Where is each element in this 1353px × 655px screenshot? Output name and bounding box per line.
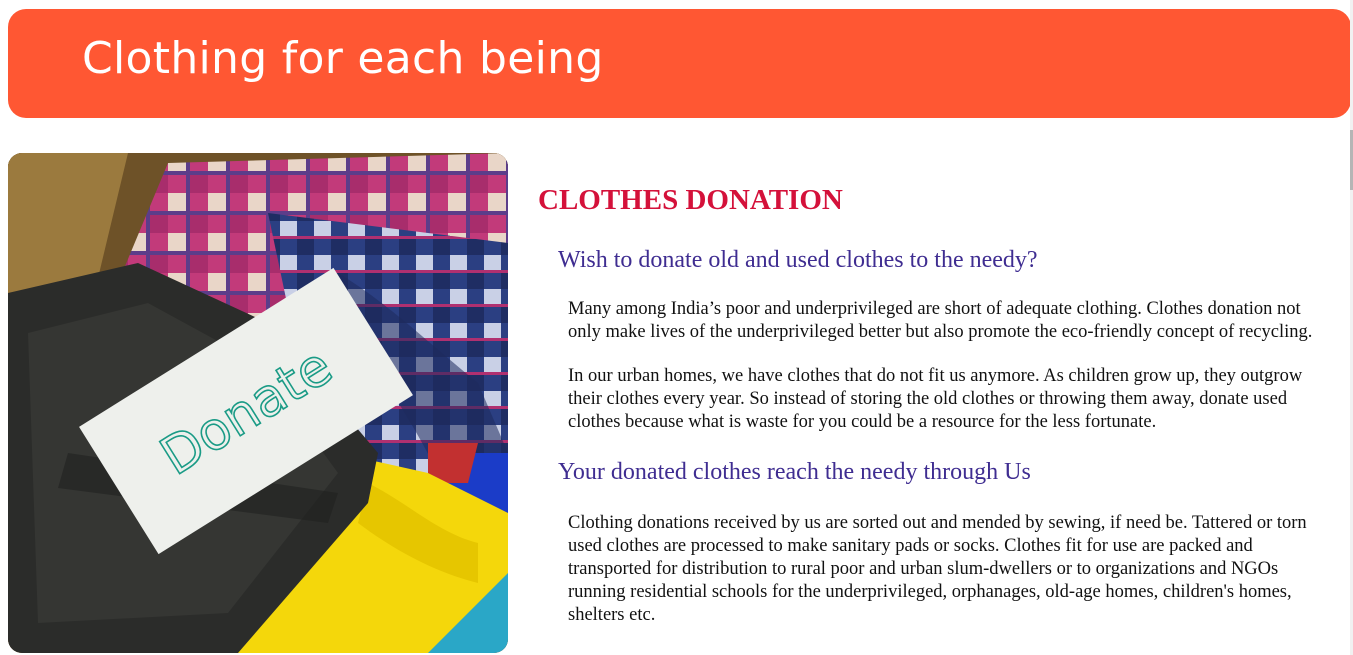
paragraph-adequate-clothing: Many among India’s poor and underprivile… (568, 299, 1313, 342)
heading-wish-to-donate: Wish to donate old and used clothes to t… (558, 247, 1038, 273)
site-title: Clothing for each being (82, 33, 604, 84)
site-header: Clothing for each being (8, 9, 1351, 118)
paragraph-urban-homes: In our urban homes, we have clothes that… (568, 366, 1303, 432)
paragraph-distribution: Clothing donations received by us are so… (568, 513, 1307, 625)
heading-reach-needy: Your donated clothes reach the needy thr… (558, 459, 1031, 485)
main-content: CLOTHES DONATION Wish to donate old and … (538, 180, 1328, 627)
donation-photo-illustration: Donate (8, 153, 508, 653)
section-title: CLOTHES DONATION (538, 184, 843, 216)
donation-photo: Donate (8, 153, 508, 653)
